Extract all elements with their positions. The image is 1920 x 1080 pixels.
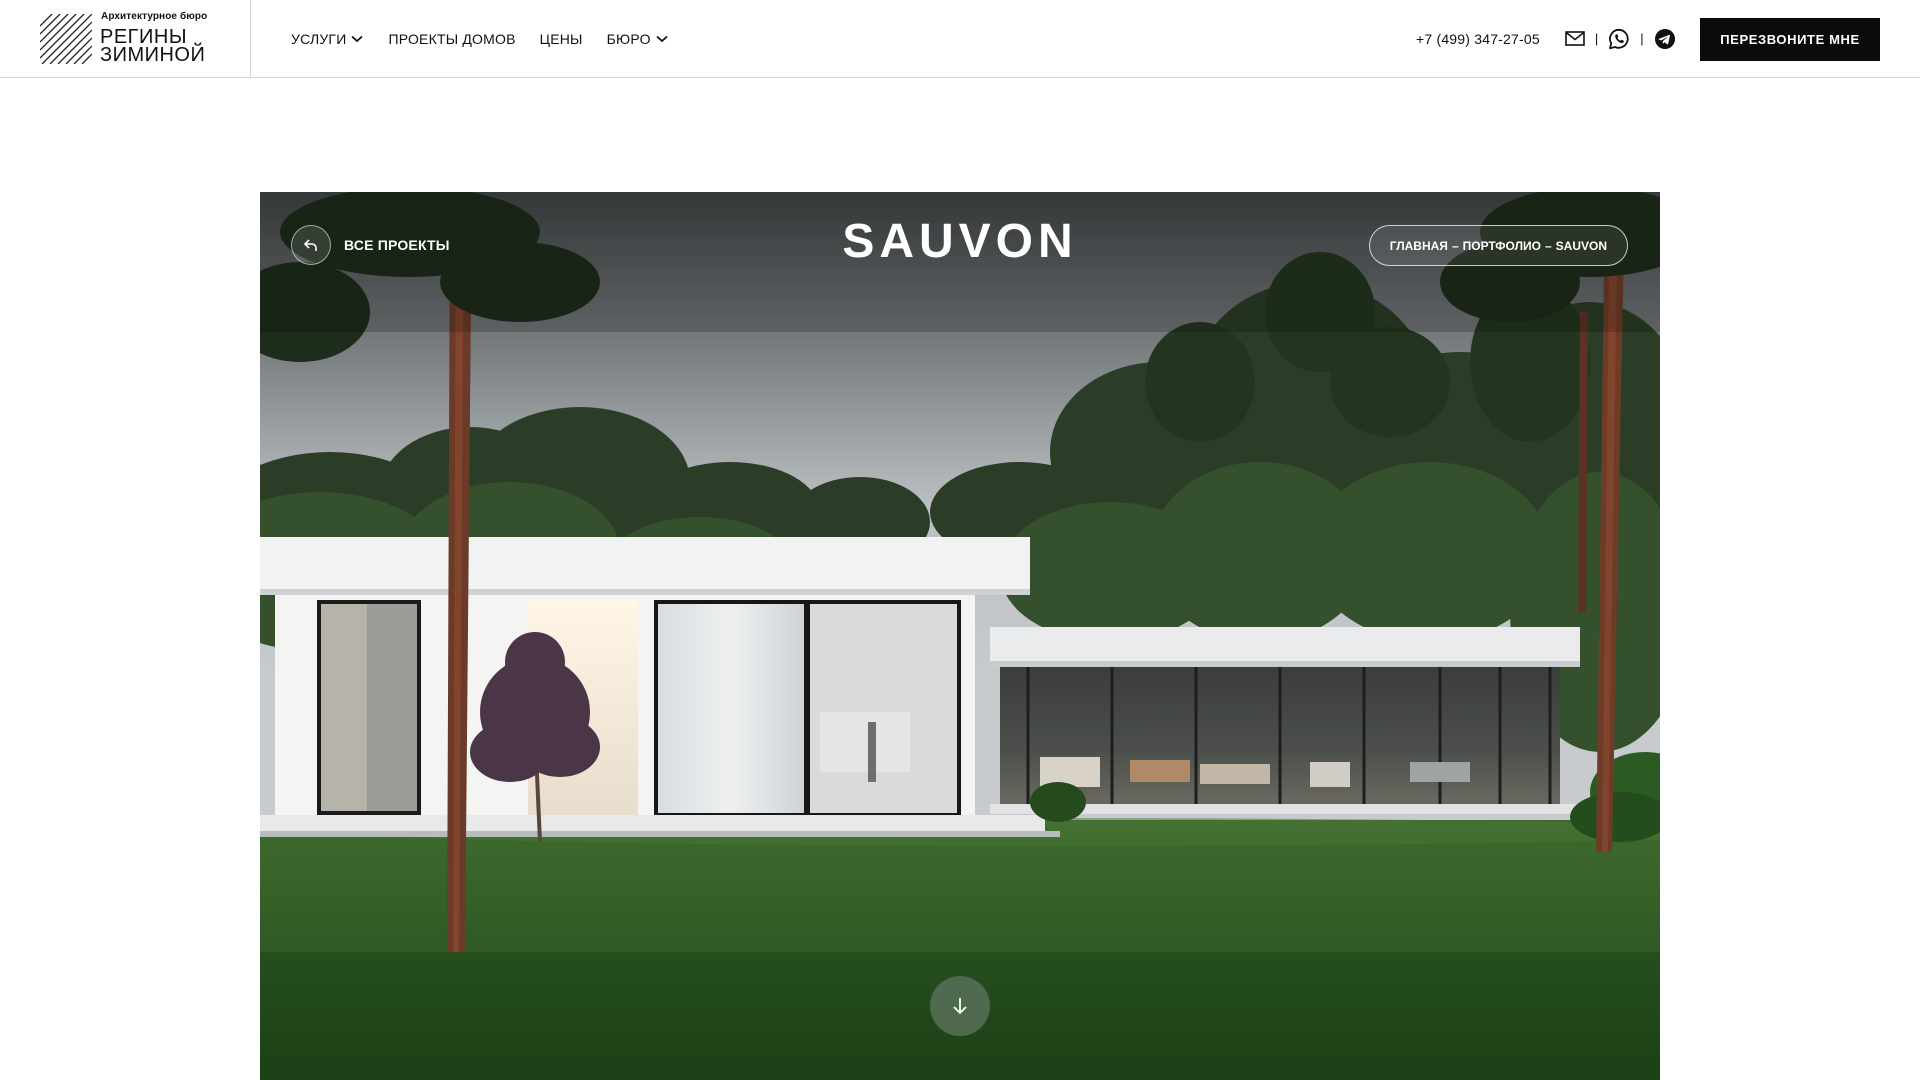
breadcrumb-current: SAUVON [1555,238,1607,253]
logo-subtitle: Архитектурное бюро [101,11,208,22]
main-nav: УСЛУГИ ПРОЕКТЫ ДОМОВ ЦЕНЫ БЮРО [291,0,668,77]
nav-item-bureau[interactable]: БЮРО [607,31,668,47]
breadcrumb: ГЛАВНАЯ – ПОРТФОЛИО – SAUVON [1368,225,1628,266]
contacts-separator: | [1640,31,1644,46]
nav-item-label: БЮРО [606,30,651,47]
header-contacts: +7 (499) 347-27-05 | | [1416,0,1676,77]
breadcrumb-home[interactable]: ГЛАВНАЯ [1390,239,1448,253]
breadcrumb-portfolio[interactable]: ПОРТФОЛИО [1463,239,1541,253]
nav-item-prices[interactable]: ЦЕНЫ [540,31,583,47]
telegram-icon[interactable] [1654,28,1676,50]
logo-stripes-icon [40,14,92,64]
site-header: Архитектурное бюро РЕГИНЫ ЗИМИНОЙ УСЛУГИ… [0,0,1920,78]
contacts-separator: | [1594,31,1599,46]
nav-item-services[interactable]: УСЛУГИ [291,30,364,47]
nav-item-label: УСЛУГИ [291,30,347,47]
hero-image [260,192,1660,1080]
callback-button[interactable]: ПЕРЕЗВОНИТЕ МНЕ [1700,18,1880,61]
logo-line-2: ЗИМИНОЙ [100,44,206,66]
chevron-down-icon [656,35,668,42]
breadcrumb-separator: – [1451,238,1459,253]
project-hero: ВСЕ ПРОЕКТЫ SAUVON ГЛАВНАЯ – ПОРТФОЛИО –… [260,192,1660,1080]
mail-icon[interactable] [1565,31,1585,46]
chevron-down-icon [351,35,364,42]
nav-item-label: ПРОЕКТЫ ДОМОВ [388,30,516,47]
logo[interactable]: Архитектурное бюро РЕГИНЫ ЗИМИНОЙ [0,0,251,77]
arrow-down-icon [953,998,967,1015]
scroll-down-button[interactable] [930,976,990,1036]
nav-item-house-projects[interactable]: ПРОЕКТЫ ДОМОВ [388,31,515,47]
whatsapp-icon[interactable] [1608,28,1630,50]
breadcrumb-separator: – [1544,238,1552,253]
nav-item-label: ЦЕНЫ [539,30,583,47]
phone-link[interactable]: +7 (499) 347-27-05 [1416,31,1540,47]
